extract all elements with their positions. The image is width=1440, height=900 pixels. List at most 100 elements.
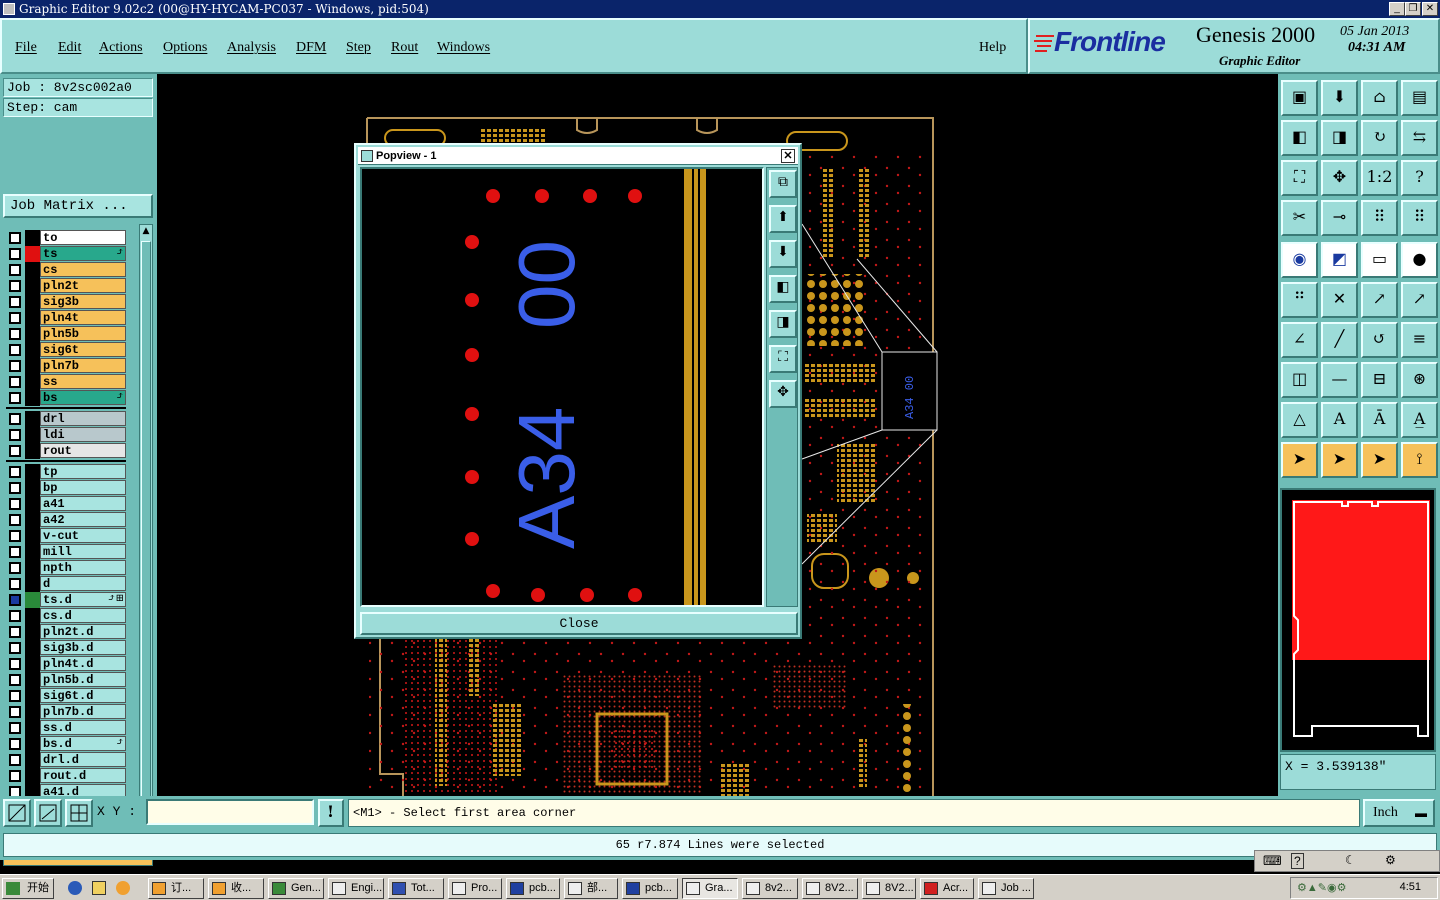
- pan-icon[interactable]: ⇆: [1401, 120, 1438, 156]
- layer-name[interactable]: d: [40, 576, 126, 591]
- home-icon[interactable]: ⌂: [1361, 80, 1398, 116]
- layer-row[interactable]: tp: [6, 464, 126, 480]
- layer-checkbox[interactable]: [9, 658, 21, 670]
- pointer-box-icon[interactable]: ➤: [1321, 442, 1358, 478]
- menu-step[interactable]: Step: [346, 40, 371, 56]
- layer-name[interactable]: mill: [40, 544, 126, 559]
- menu-windows[interactable]: Windows: [437, 40, 490, 56]
- layer-row[interactable]: bs ⤴: [6, 390, 126, 406]
- layer-checkbox[interactable]: [9, 642, 21, 654]
- desktop-icon[interactable]: [92, 881, 106, 895]
- taskbar-item[interactable]: Job ...: [978, 878, 1034, 899]
- quicklaunch-icon[interactable]: [116, 881, 130, 895]
- layer-row[interactable]: pln2t: [6, 278, 126, 294]
- layer-checkbox[interactable]: [9, 498, 21, 510]
- layer-checkbox[interactable]: [9, 594, 21, 606]
- layer-row[interactable]: pln5b: [6, 326, 126, 342]
- pointer-icon[interactable]: ➤: [1281, 442, 1318, 478]
- layer-checkbox[interactable]: [9, 754, 21, 766]
- layer-row[interactable]: sig6t: [6, 342, 126, 358]
- measure-tools-icon[interactable]: ✂: [1281, 200, 1318, 236]
- close-window-button[interactable]: ✕: [1422, 2, 1438, 16]
- layer-affected-toggle[interactable]: [25, 278, 40, 294]
- layer-affected-toggle[interactable]: [25, 246, 40, 262]
- popview-zoom-view[interactable]: 00 A34: [362, 169, 762, 605]
- zoom-home-icon[interactable]: ▣: [1281, 80, 1318, 116]
- select-icon[interactable]: ◉: [1281, 242, 1318, 278]
- layer-row[interactable]: rout: [6, 443, 126, 459]
- layer-name[interactable]: bs: [40, 390, 126, 405]
- layer-row[interactable]: pln4t: [6, 310, 126, 326]
- snap-point-icon[interactable]: ↗: [1401, 282, 1438, 318]
- help-question-icon[interactable]: ?: [1401, 160, 1438, 196]
- layer-affected-toggle[interactable]: [25, 688, 40, 704]
- taskbar-item[interactable]: 8V2...: [802, 878, 858, 899]
- taskbar-item[interactable]: 订...: [148, 878, 204, 899]
- layer-affected-toggle[interactable]: [25, 736, 40, 752]
- layer-affected-toggle[interactable]: [25, 560, 40, 576]
- taskbar-item[interactable]: 8V2...: [862, 878, 916, 899]
- taskbar-item[interactable]: Tot...: [388, 878, 444, 899]
- layer-row[interactable]: bp: [6, 480, 126, 496]
- layer-affected-toggle[interactable]: [25, 310, 40, 326]
- layer-row[interactable]: cs: [6, 262, 126, 278]
- ruler-icon[interactable]: ▭: [1361, 242, 1398, 278]
- layer-checkbox[interactable]: [9, 722, 21, 734]
- layer-affected-toggle[interactable]: [25, 374, 40, 390]
- layer-name[interactable]: bp: [40, 480, 126, 495]
- layer-name[interactable]: ts: [40, 246, 126, 261]
- connect-icon[interactable]: ⠿: [1401, 200, 1438, 236]
- zoom-up-icon[interactable]: ⬆: [769, 205, 797, 233]
- menu-rout[interactable]: Rout: [391, 40, 418, 56]
- layer-affected-toggle[interactable]: [25, 768, 40, 784]
- layer-affected-toggle[interactable]: [25, 752, 40, 768]
- layer-row[interactable]: a42: [6, 512, 126, 528]
- scrollbar-thumb[interactable]: [141, 241, 151, 811]
- layer-name[interactable]: rout.d: [40, 768, 126, 783]
- layer-row[interactable]: pln7b.d: [6, 704, 126, 720]
- layer-affected-toggle[interactable]: [25, 608, 40, 624]
- rotate-icon[interactable]: ↻: [1361, 120, 1398, 156]
- board-minimap[interactable]: [1280, 488, 1436, 752]
- zoom-right-icon[interactable]: ◨: [769, 310, 797, 338]
- exclamation-button[interactable]: !: [318, 799, 344, 827]
- layer-name[interactable]: cs: [40, 262, 126, 277]
- scale-1-2-icon[interactable]: 1:2: [1361, 160, 1398, 196]
- language-bar[interactable]: ⌨ ? ☾ ⚙: [1254, 850, 1440, 872]
- layer-affected-toggle[interactable]: [25, 390, 40, 406]
- layer-row[interactable]: to: [6, 230, 126, 246]
- taskbar-item[interactable]: pcb...: [622, 878, 678, 899]
- minimap-view[interactable]: [1282, 490, 1434, 750]
- ie-icon[interactable]: [68, 881, 82, 895]
- layer-checkbox[interactable]: [9, 610, 21, 622]
- layer-checkbox[interactable]: [9, 360, 21, 372]
- layer-name[interactable]: pln2t: [40, 278, 126, 293]
- layer-checkbox[interactable]: [9, 690, 21, 702]
- fit-icon[interactable]: ⛶: [1281, 160, 1318, 196]
- popview-close-button[interactable]: Close: [360, 612, 798, 635]
- layer-affected-toggle[interactable]: [25, 358, 40, 374]
- taskbar-item[interactable]: 收...: [208, 878, 264, 899]
- zoom-left-icon[interactable]: ◧: [769, 275, 797, 303]
- measure-icon[interactable]: [34, 799, 62, 827]
- ime-icon[interactable]: ☾: [1345, 853, 1356, 867]
- taskbar-item[interactable]: 8v2...: [742, 878, 798, 899]
- layer-checkbox[interactable]: [9, 413, 21, 425]
- menu-dfm[interactable]: DFM: [296, 40, 326, 56]
- layer-row[interactable]: ts ⤴: [6, 246, 126, 262]
- layer-checkbox[interactable]: [9, 280, 21, 292]
- layer-checkbox[interactable]: [9, 264, 21, 276]
- triangle-icon[interactable]: △: [1281, 402, 1318, 438]
- layer-checkbox[interactable]: [9, 312, 21, 324]
- layer-affected-toggle[interactable]: [25, 672, 40, 688]
- layer-affected-toggle[interactable]: [25, 262, 40, 278]
- layer-row[interactable]: rout.d: [6, 768, 126, 784]
- layer-checkbox[interactable]: [9, 770, 21, 782]
- layer-row[interactable]: drl: [6, 411, 126, 427]
- a-under-icon[interactable]: A̲: [1401, 402, 1438, 438]
- layer-name[interactable]: sig6t: [40, 342, 126, 357]
- taskbar-item[interactable]: 部...: [564, 878, 618, 899]
- layer-name[interactable]: to: [40, 230, 126, 245]
- snap-icon[interactable]: [3, 799, 31, 827]
- layer-affected-toggle[interactable]: [25, 592, 40, 608]
